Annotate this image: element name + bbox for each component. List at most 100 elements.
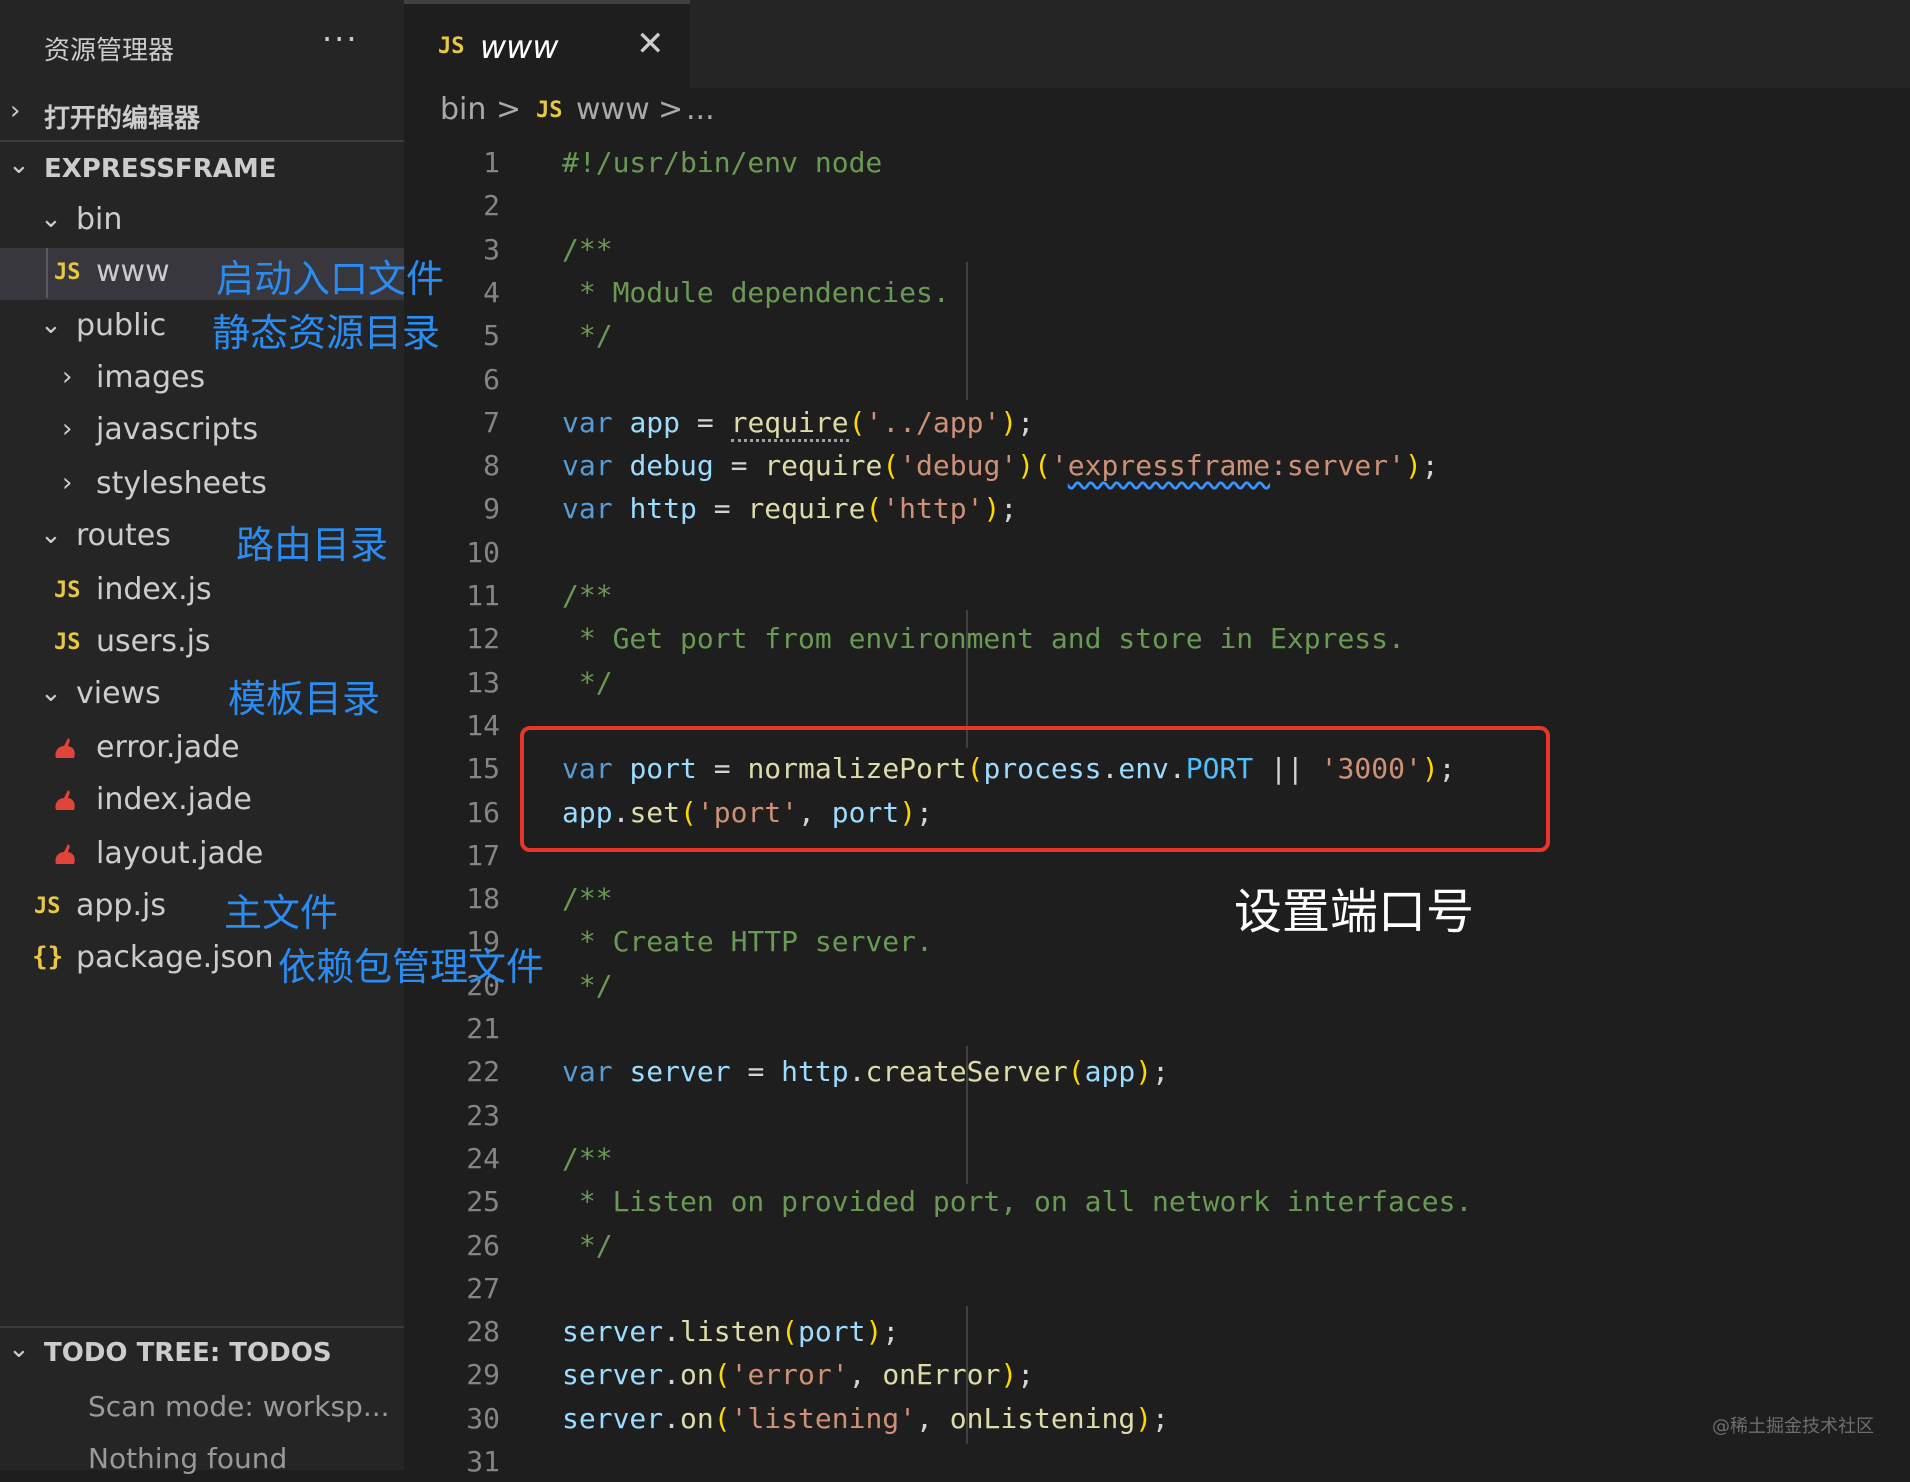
annotation-entry-file: 启动入口文件	[216, 257, 445, 301]
file-label: users.js	[96, 624, 211, 659]
file-label: www	[96, 254, 170, 289]
explorer-sidebar: 资源管理器 ··· › 打开的编辑器 ⌄ EXPRESSFRAME ⌄ bin …	[0, 0, 404, 1475]
line-number: 27	[466, 1271, 500, 1305]
code-line-1: 1 #!/usr/bin/env node	[404, 140, 1910, 183]
code-text: * Get port from environment and store in…	[562, 622, 1405, 656]
line-number: 11	[466, 579, 500, 612]
code-text: * Create HTTP server.	[562, 925, 933, 959]
line-number: 16	[466, 795, 500, 829]
folder-label: images	[96, 360, 206, 395]
tab-www[interactable]: JS www ✕	[404, 0, 690, 88]
code-line-18: 18 /**	[404, 876, 1910, 919]
code-line-6: 6	[404, 357, 1910, 400]
annotation-static-dir: 静态资源目录	[212, 311, 441, 355]
tree-folder-bin[interactable]: ⌄ bin	[0, 196, 404, 248]
code-text: */	[562, 665, 613, 699]
code-line-19: 19 * Create HTTP server.	[404, 919, 1910, 962]
folder-label: public	[76, 308, 167, 343]
code-text: */	[562, 968, 613, 1002]
port-annotation-label: 设置端口号	[1234, 884, 1475, 940]
line-number: 13	[466, 665, 500, 699]
chevron-right-icon: ›	[62, 362, 73, 392]
code-line-7: 7 var app = require('../app');	[404, 400, 1910, 443]
tree-file-error-jade[interactable]: error.jade	[0, 724, 404, 776]
chevron-down-icon: ⌄	[40, 520, 62, 550]
code-text: /**	[562, 882, 613, 916]
port-highlight-box	[520, 726, 1550, 852]
code-line-28: 28 server.listen(port);	[404, 1309, 1910, 1352]
code-line-3: 3 /**	[404, 227, 1910, 270]
code-line-25: 25 * Listen on provided port, on all net…	[404, 1179, 1910, 1222]
annotation-main-file: 主文件	[224, 891, 339, 935]
todo-empty-message: Nothing found	[88, 1442, 288, 1475]
code-text: * Listen on provided port, on all networ…	[562, 1185, 1473, 1219]
chevron-down-icon: ⌄	[40, 310, 62, 340]
line-number: 30	[466, 1401, 500, 1435]
line-number: 25	[466, 1185, 500, 1219]
line-number: 2	[483, 189, 500, 223]
more-actions-icon[interactable]: ···	[322, 20, 359, 58]
line-number: 28	[466, 1315, 500, 1349]
code-text: #!/usr/bin/env node	[562, 146, 883, 179]
todo-tree-label: TODO TREE: TODOS	[44, 1338, 332, 1368]
folder-label: bin	[76, 202, 123, 237]
chevron-right-icon: ›	[62, 414, 73, 444]
code-line-5: 5 */	[404, 313, 1910, 356]
open-editors-label: 打开的编辑器	[44, 104, 201, 134]
code-text: var debug = require('debug')('expressfra…	[562, 449, 1439, 483]
tree-file-users-js[interactable]: JS users.js	[0, 618, 404, 670]
code-line-9: 9 var http = require('http');	[404, 486, 1910, 529]
code-text: var server = http.createServer(app);	[562, 1055, 1169, 1089]
breadcrumb-file[interactable]: www	[576, 92, 650, 127]
annotation-package-file: 依赖包管理文件	[278, 945, 545, 989]
file-label: index.js	[96, 572, 212, 607]
js-file-icon: JS	[54, 260, 81, 285]
tree-file-index-jade[interactable]: index.jade	[0, 776, 404, 828]
code-line-24: 24 /**	[404, 1136, 1910, 1179]
code-line-11: 11 /**	[404, 573, 1910, 616]
code-text: */	[562, 1228, 613, 1262]
project-section[interactable]: ⌄ EXPRESSFRAME	[0, 150, 404, 194]
tree-folder-images[interactable]: › images	[0, 354, 404, 406]
jade-file-icon	[55, 738, 75, 758]
line-number: 1	[483, 146, 500, 179]
code-line-27: 27	[404, 1266, 1910, 1309]
code-line-13: 13 */	[404, 660, 1910, 703]
tree-folder-stylesheets[interactable]: › stylesheets	[0, 460, 404, 512]
code-text: var http = require('http');	[562, 492, 1018, 526]
breadcrumb-more[interactable]: ...	[686, 92, 715, 127]
todo-tree-section[interactable]: ⌄ TODO TREE: TODOS	[0, 1334, 404, 1378]
chevron-down-icon: ⌄	[40, 204, 62, 234]
line-number: 14	[466, 708, 500, 742]
annotation-routes-dir: 路由目录	[236, 523, 389, 567]
tree-file-app-js[interactable]: JS app.js	[0, 882, 404, 934]
tab-label: www	[480, 28, 559, 66]
json-file-icon: {}	[32, 942, 64, 972]
tree-folder-javascripts[interactable]: › javascripts	[0, 406, 404, 458]
open-editors-section[interactable]: › 打开的编辑器	[0, 96, 404, 138]
editor-tab-bar: JS www ✕	[404, 0, 1910, 88]
breadcrumb-folder[interactable]: bin	[440, 92, 486, 127]
tree-file-index-js[interactable]: JS index.js	[0, 566, 404, 618]
line-number: 6	[483, 362, 500, 396]
code-text: */	[562, 319, 613, 353]
code-text: server.on('error', onError);	[562, 1358, 1035, 1392]
line-number: 15	[466, 752, 500, 786]
file-label: layout.jade	[96, 836, 264, 871]
code-text: /**	[562, 1141, 613, 1175]
line-number: 23	[466, 1098, 500, 1132]
code-line-20: 20 */	[404, 963, 1910, 1006]
close-icon[interactable]: ✕	[636, 24, 665, 64]
chevron-down-icon: ⌄	[8, 150, 30, 180]
file-label: package.json	[76, 940, 274, 975]
folder-label: routes	[76, 518, 171, 553]
line-number: 26	[466, 1228, 500, 1262]
todo-scan-mode[interactable]: Scan mode: worksp...	[88, 1390, 390, 1423]
line-number: 31	[466, 1445, 500, 1478]
folder-label: views	[76, 676, 161, 711]
js-file-icon: JS	[536, 98, 563, 123]
chevron-right-icon: ›	[62, 468, 73, 498]
tree-file-layout-jade[interactable]: layout.jade	[0, 830, 404, 882]
code-line-8: 8 var debug = require('debug')('expressf…	[404, 443, 1910, 486]
section-divider	[0, 140, 404, 142]
